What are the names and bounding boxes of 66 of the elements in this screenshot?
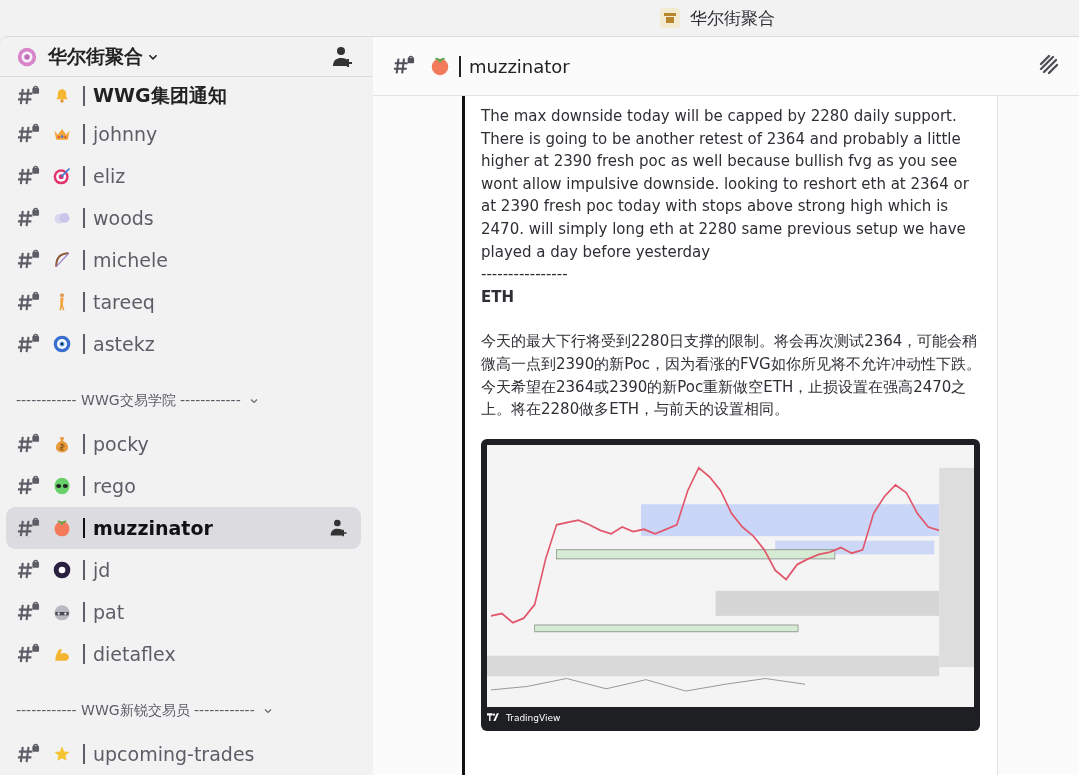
peach-icon [429, 55, 451, 77]
raccoon-icon [52, 602, 72, 622]
chart-footer-text: TradingView [506, 712, 561, 723]
channel-item[interactable]: pat [6, 591, 361, 633]
separator-bar [83, 166, 85, 186]
separator-bar [83, 602, 85, 622]
add-member-icon[interactable] [329, 518, 349, 538]
channel-name: muzzinator [93, 517, 213, 539]
separator-bar [83, 86, 85, 106]
channel-name: michele [93, 249, 168, 271]
channel-name: johnny [93, 123, 158, 145]
peach-icon [52, 518, 72, 538]
channel-item[interactable]: muzzinator [6, 507, 361, 549]
message-text: The max downside today will be capped by 2280 daily support. There is going to be another retest of 2364 and probably a little higher at 2390 fresh poc as well because bullish fvg as you see wont allow impulsive downside. looking to reshort eth at 2364 or at 2390 fresh poc today with stops above strong high which is 2470. will simply long eth at 2280 same previous setup we have played a day before yesterday [481, 106, 970, 263]
separator-bar [83, 560, 85, 580]
channel-name: upcoming-trades [93, 743, 255, 765]
app-logo-icon [660, 8, 680, 28]
channel-item[interactable]: pocky [6, 423, 361, 465]
separator-bar [83, 292, 85, 312]
message-text: 今天的最大下行将受到2280日支撑的限制。将会再次测试2364，可能会稍微高一点到2390的新Poc，因为看涨的FVG如你所见将不允许冲动性下跌。今天希望在2364或2390的新Poc重新做空ETH，止损设置在强高2470之上。将在2280做多ETH，与前天的设置相同。 [481, 331, 981, 421]
separator-bar [83, 744, 85, 764]
window-title: 华尔街聚合 [690, 6, 775, 30]
chart-image[interactable]: TradingView [481, 438, 980, 731]
tradingview-logo-icon [487, 713, 501, 723]
separator-bar [83, 250, 85, 270]
channel-item[interactable]: upcoming-trades [6, 733, 361, 775]
add-member-icon[interactable] [331, 44, 355, 69]
server-name-button[interactable]: 华尔街聚合 [48, 43, 159, 70]
alien-icon [52, 476, 72, 496]
server-icon [16, 45, 38, 68]
separator-bar [83, 334, 85, 354]
channel-item[interactable]: astekz [6, 323, 361, 365]
ball-icon [52, 560, 72, 580]
channel-item[interactable]: jd [6, 549, 361, 591]
channel-name: jd [93, 559, 111, 581]
category-header[interactable]: ------------ WWG新锐交易员 ------------ [16, 702, 255, 720]
channel-name: eliz [93, 165, 126, 187]
message-text: ---------------- [481, 264, 569, 286]
bow-icon [52, 250, 72, 270]
channel-name: astekz [93, 333, 155, 355]
separator-bar [83, 124, 85, 144]
target-icon [52, 166, 72, 186]
channel-item[interactable]: eliz [6, 155, 361, 197]
eye-icon [52, 334, 72, 354]
channel-item[interactable]: rego [6, 465, 361, 507]
channel-name: tareeq [93, 291, 155, 313]
channel-item[interactable]: WWG集团通知 [6, 79, 361, 113]
channel-name: dietaflex [93, 643, 176, 665]
channel-name: rego [93, 475, 136, 497]
category-header[interactable]: ------------ WWG交易学院 ------------ [16, 392, 241, 410]
channel-item[interactable]: michele [6, 239, 361, 281]
channel-name: pocky [93, 433, 149, 455]
channel-name: pat [93, 601, 125, 623]
separator-bar [83, 434, 85, 454]
channel-item[interactable]: woods [6, 197, 361, 239]
channel-name: woods [93, 207, 154, 229]
channel-title: muzzinator [459, 55, 570, 77]
separator-bar [83, 644, 85, 664]
separator-bar [83, 208, 85, 228]
channel-item[interactable]: dietaflex [6, 633, 361, 675]
message-heading: ETH [481, 286, 516, 308]
channel-name: WWG集团通知 [93, 83, 227, 108]
separator-bar [83, 476, 85, 496]
separator-bar [83, 518, 85, 538]
channel-item[interactable]: johnny [6, 113, 361, 155]
channel-item[interactable]: tareeq [6, 281, 361, 323]
